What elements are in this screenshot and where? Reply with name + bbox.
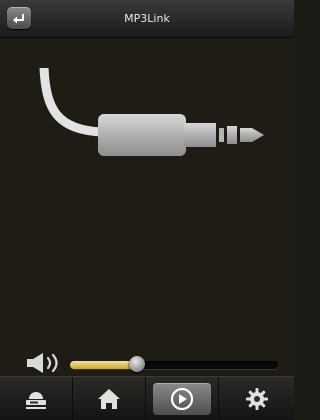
back-button[interactable] (7, 7, 31, 29)
nav-play-button[interactable] (146, 377, 219, 420)
audio-cable-icon (39, 68, 264, 156)
volume-control (0, 344, 294, 380)
speaker-volume-icon (27, 353, 58, 373)
bottom-nav (0, 376, 294, 420)
home-icon (98, 388, 120, 409)
play-icon (170, 387, 194, 410)
volume-slider-thumb[interactable] (128, 356, 145, 372)
title-bar: MP3Link (0, 0, 294, 38)
nav-settings-button[interactable] (219, 377, 294, 420)
gear-icon (245, 387, 268, 410)
main-content (0, 38, 294, 376)
device-icon (26, 391, 46, 409)
volume-slider[interactable] (70, 356, 278, 372)
back-arrow-icon (13, 14, 24, 24)
nav-home-button[interactable] (73, 377, 146, 420)
volume-slider-fill (70, 361, 137, 369)
app-window: MP3Link (0, 0, 294, 420)
page-title: MP3Link (124, 12, 170, 25)
nav-device-button[interactable] (0, 377, 73, 420)
